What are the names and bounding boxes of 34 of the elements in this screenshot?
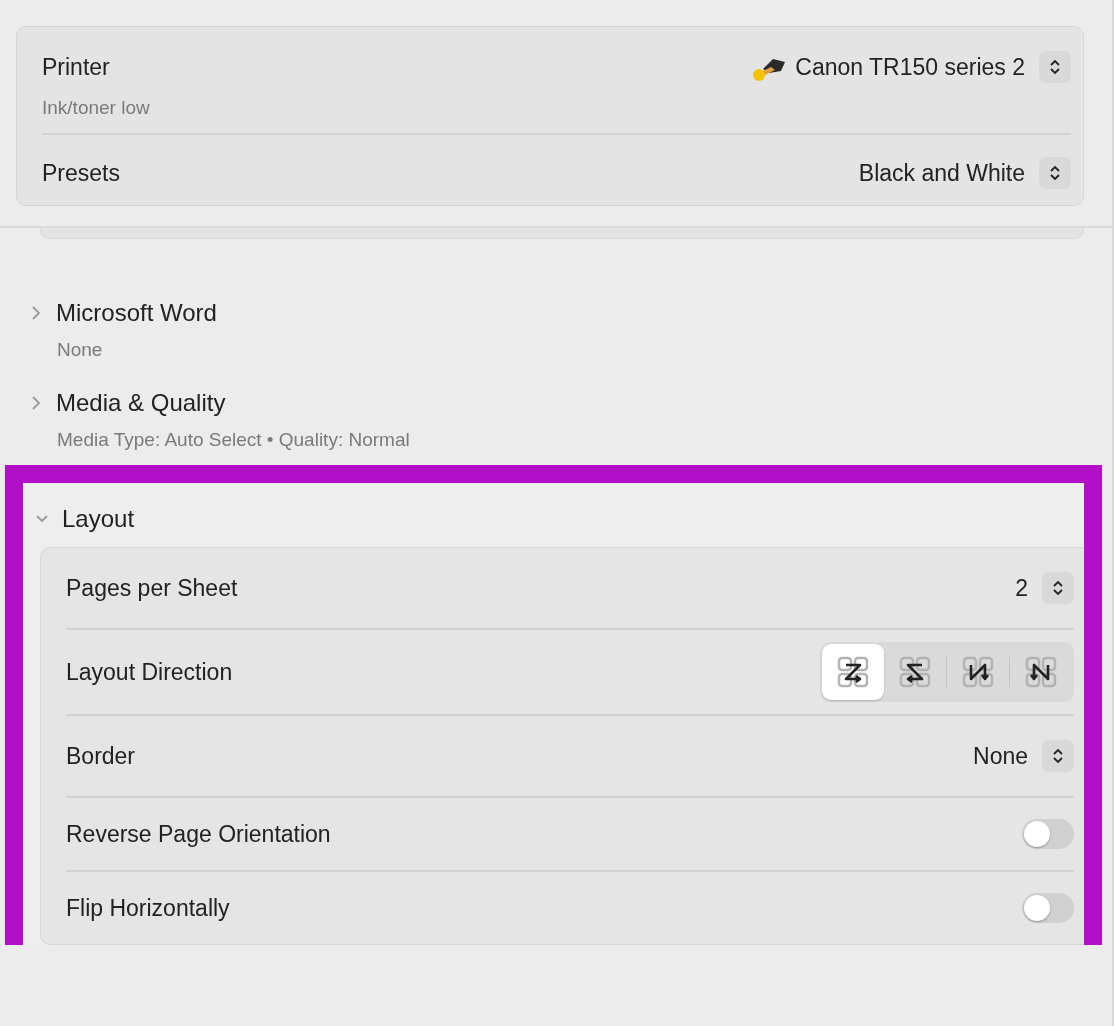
up-down-chevron-icon	[1048, 163, 1062, 183]
setting-label: Presets	[42, 159, 120, 187]
section-summary: None	[57, 339, 104, 361]
toggle-switch[interactable]	[1022, 893, 1074, 923]
section-header[interactable]: Microsoft Word	[30, 299, 1112, 327]
setting-label: Border	[66, 742, 136, 770]
section-header[interactable]: Layout	[31, 505, 1084, 533]
up-down-chevron-icon	[1048, 57, 1062, 77]
section-summary: Media Type: Auto Select • Quality: Normal	[57, 429, 411, 451]
page-order-icon	[835, 654, 871, 690]
printer-status: Ink/toner low	[42, 97, 151, 119]
popup-value: Canon TR150 series 2	[795, 53, 1025, 81]
popup-value: None	[973, 742, 1028, 770]
popup-button[interactable]	[1042, 572, 1074, 604]
popup-button[interactable]	[1042, 740, 1074, 772]
setting-label: Pages per Sheet	[66, 574, 238, 602]
layout-direction-option[interactable]	[822, 644, 884, 700]
chevron-icon	[30, 306, 42, 320]
page-order-icon	[1023, 654, 1059, 690]
popup-value: Black and White	[858, 159, 1025, 187]
page-order-icon	[897, 654, 933, 690]
up-down-chevron-icon	[1051, 746, 1065, 766]
section-header[interactable]: Media & Quality	[30, 389, 1112, 417]
setting-label: Layout Direction	[66, 658, 233, 686]
popup-button[interactable]	[1039, 51, 1071, 83]
page-order-icon	[960, 654, 996, 690]
setting-label: Flip Horizontally	[66, 894, 230, 922]
popup-button[interactable]	[1039, 157, 1071, 189]
popup-value: 2	[1015, 574, 1028, 602]
toggle-switch[interactable]	[1022, 819, 1074, 849]
setting-label: Printer	[42, 53, 110, 81]
chevron-icon	[30, 396, 42, 410]
setting-label: Reverse Page Orientation	[66, 820, 331, 848]
up-down-chevron-icon	[1051, 578, 1065, 598]
